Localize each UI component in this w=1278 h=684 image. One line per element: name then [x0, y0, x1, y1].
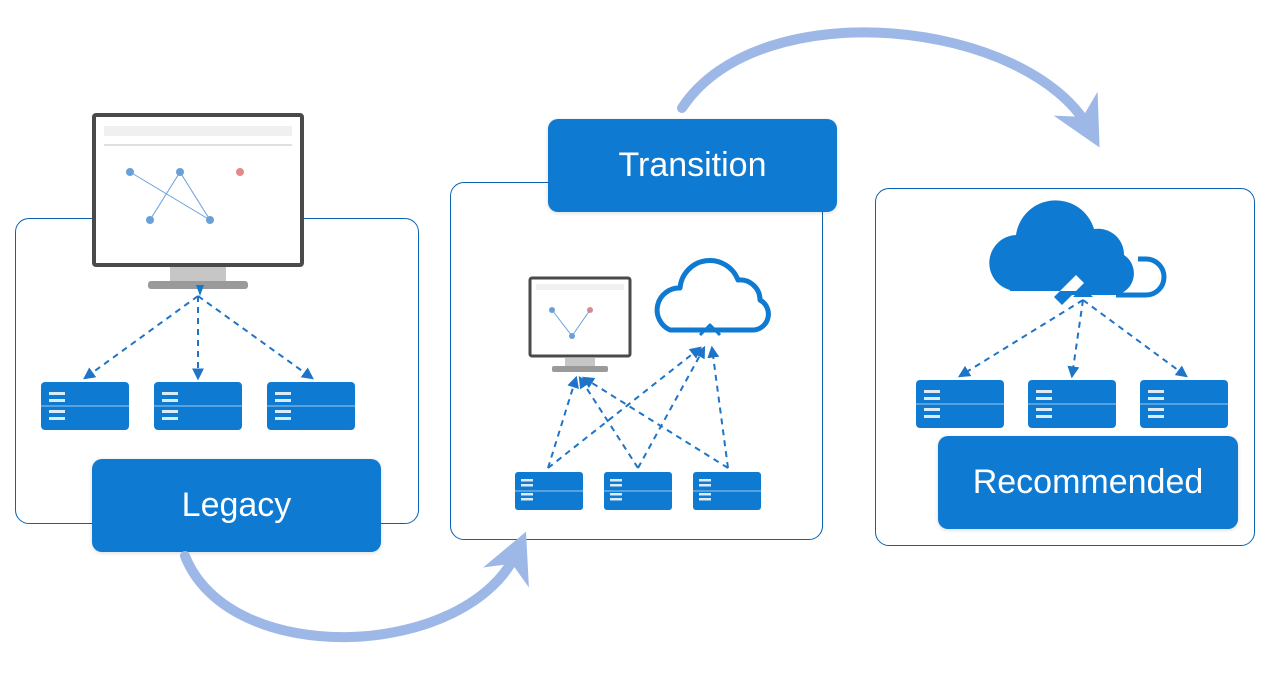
panel-transition: [450, 182, 823, 540]
arrow-legacy-to-transition: [185, 550, 518, 637]
label-legacy-text: Legacy: [182, 486, 292, 525]
label-recommended-text: Recommended: [973, 463, 1204, 502]
label-transition: Transition: [548, 119, 837, 212]
label-legacy: Legacy: [92, 459, 381, 552]
label-transition-text: Transition: [618, 146, 766, 185]
label-recommended: Recommended: [938, 436, 1238, 529]
arrow-transition-to-recommended: [682, 32, 1090, 130]
